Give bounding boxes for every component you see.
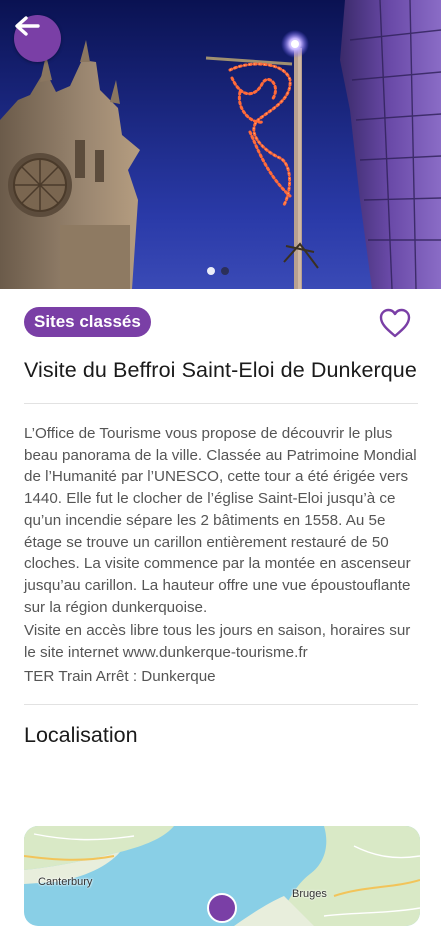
map-label-canterbury: Canterbury xyxy=(38,876,93,888)
description: L’Office de Tourisme vous propose de déc… xyxy=(24,423,418,687)
carousel-indicator xyxy=(207,267,229,275)
map-label-bruges: Bruges xyxy=(292,888,327,900)
page-title: Visite du Beffroi Saint-Eloi de Dunkerqu… xyxy=(24,358,417,382)
transport-info: TER Train Arrêt : Dunkerque xyxy=(24,667,216,685)
heart-outline-icon xyxy=(379,308,411,338)
divider xyxy=(24,403,418,404)
location-map[interactable]: Canterbury Bruges xyxy=(24,826,420,926)
description-text: L’Office de Tourisme vous propose de déc… xyxy=(24,425,417,616)
location-section-title: Localisation xyxy=(24,723,138,748)
hero-image xyxy=(0,0,441,289)
back-button[interactable] xyxy=(14,15,61,62)
poi-details: Sites classés Visite du Beffroi Saint-El… xyxy=(24,289,418,748)
belfry-night-photo xyxy=(0,0,441,289)
category-badge: Sites classés xyxy=(24,307,151,337)
map-marker-icon[interactable] xyxy=(207,893,237,923)
carousel-dot[interactable] xyxy=(221,267,229,275)
arrow-left-icon xyxy=(15,16,40,36)
carousel-dot-active[interactable] xyxy=(207,267,215,275)
divider xyxy=(24,704,418,706)
access-info: Visite en accès libre tous les jours en … xyxy=(24,622,411,662)
favorite-button[interactable] xyxy=(378,307,412,339)
badge-row: Sites classés xyxy=(24,289,418,355)
